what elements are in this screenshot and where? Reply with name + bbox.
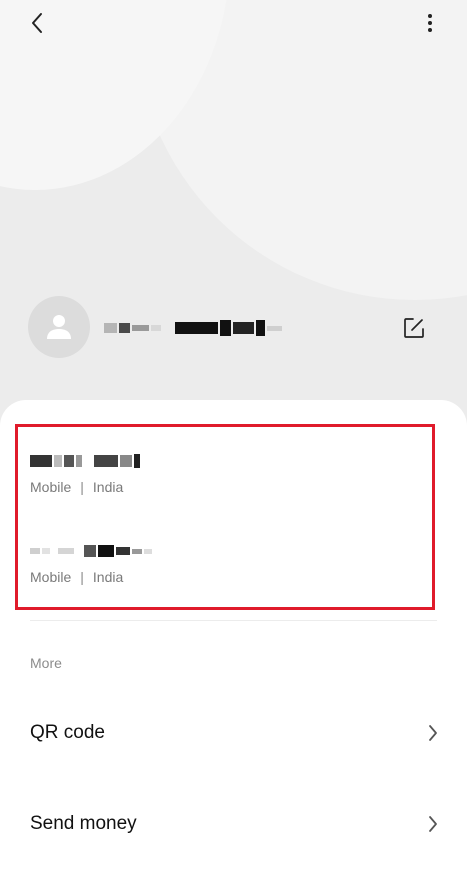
redaction-block	[151, 325, 161, 331]
contact-name-redacted	[104, 316, 284, 340]
redaction-block	[30, 455, 52, 467]
divider	[30, 620, 437, 621]
meta-separator: |	[80, 569, 84, 585]
redaction-block	[144, 548, 152, 554]
redaction-block	[174, 322, 218, 334]
redaction-block	[119, 323, 131, 333]
phone-number-redacted	[30, 541, 410, 561]
redaction-block	[219, 320, 231, 336]
edit-contact-button[interactable]	[400, 314, 428, 342]
chevron-left-icon	[32, 13, 42, 33]
qr-code-row[interactable]: QR code	[0, 703, 467, 763]
qr-code-label: QR code	[30, 722, 105, 743]
profile-row	[28, 296, 438, 358]
send-money-label: Send money	[30, 813, 137, 834]
phone-number-item[interactable]: Mobile | India	[30, 451, 410, 495]
more-section-label: More	[30, 655, 62, 671]
contact-header	[0, 0, 467, 420]
phone-number-redacted	[30, 451, 410, 471]
redaction-block	[255, 320, 265, 336]
redaction-block	[132, 325, 150, 331]
redaction-block	[76, 455, 82, 467]
chevron-right-icon	[429, 725, 437, 741]
redaction-block	[54, 455, 62, 467]
number-type: Mobile	[30, 479, 72, 495]
avatar[interactable]	[28, 296, 90, 358]
number-country: India	[92, 479, 124, 495]
redaction-block	[94, 455, 118, 467]
details-sheet: Mobile | India Mobile | India More QR co…	[0, 400, 467, 893]
phone-number-item[interactable]: Mobile | India	[30, 541, 410, 585]
redaction-block	[104, 323, 118, 333]
redaction-block	[30, 548, 40, 554]
redaction-block	[42, 548, 50, 554]
redaction-block	[233, 322, 254, 334]
send-money-row[interactable]: Send money	[0, 794, 467, 854]
back-button[interactable]	[22, 8, 52, 38]
redaction-block	[116, 547, 130, 555]
redaction-block	[58, 548, 74, 554]
meta-separator: |	[80, 479, 84, 495]
edit-icon	[404, 318, 424, 338]
redaction-block	[132, 548, 142, 554]
redaction-block	[267, 325, 282, 331]
redaction-block	[84, 545, 96, 557]
phone-numbers-section: Mobile | India Mobile | India	[15, 424, 435, 610]
redaction-block	[134, 454, 140, 468]
more-options-button[interactable]	[416, 8, 444, 38]
more-vertical-icon	[428, 14, 432, 32]
redaction-block	[98, 545, 114, 557]
redaction-block	[120, 455, 132, 467]
redaction-block	[64, 455, 74, 467]
person-icon	[47, 315, 71, 339]
number-type: Mobile	[30, 569, 72, 585]
chevron-right-icon	[429, 816, 437, 832]
number-country: India	[92, 569, 124, 585]
